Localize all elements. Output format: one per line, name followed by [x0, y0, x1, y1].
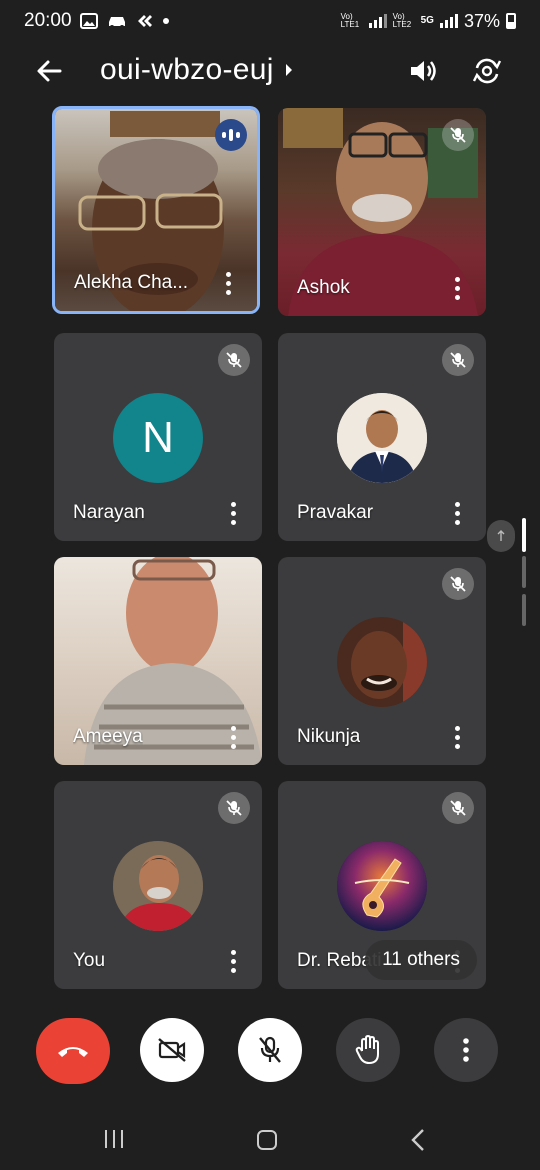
avatar-initial: N [142, 413, 174, 462]
speaker-icon [411, 61, 436, 81]
chevron-right-icon [285, 64, 292, 76]
participant-options-button[interactable] [222, 499, 244, 527]
scroll-track-current[interactable] [522, 518, 526, 552]
call-controls [0, 1018, 540, 1084]
raise-hand-button[interactable] [336, 1018, 400, 1082]
participant-tile-nikunja[interactable]: Nikunja [278, 557, 486, 765]
more-options-button[interactable] [434, 1018, 498, 1082]
muted-mic-icon [218, 792, 250, 824]
participant-name: Pravakar [297, 502, 374, 523]
hang-up-icon [58, 1047, 88, 1057]
participant-name: Ameeya [73, 726, 143, 747]
status-time: 20:00 [24, 10, 72, 31]
avatar [337, 841, 427, 931]
meeting-code: oui-wbzo-euj [100, 53, 274, 86]
participant-name: You [73, 950, 106, 971]
switch-camera-button[interactable] [470, 54, 504, 88]
status-bar: 20:00 Vo) LTE1 Vo) LTE2 5G 37% [0, 0, 540, 42]
speaking-indicator-icon [215, 119, 247, 151]
participant-name: Ashok [297, 277, 350, 298]
mic-off-icon [259, 1036, 281, 1063]
participant-options-button[interactable] [217, 269, 239, 297]
muted-mic-icon [442, 119, 474, 151]
signal-1-icon [368, 14, 387, 28]
raise-hand-icon [355, 1035, 379, 1064]
camera-toggle-button[interactable] [140, 1018, 204, 1082]
lte2-label: Vo) LTE2 [392, 12, 412, 29]
avatar [337, 617, 427, 707]
meeting-code-button[interactable]: oui-wbzo-euj [100, 53, 294, 87]
battery-icon [506, 13, 516, 29]
participant-tile-ameeya[interactable]: Ameeya [54, 557, 262, 765]
more-vert-icon [463, 1038, 469, 1062]
gallery-notification-icon [79, 13, 98, 29]
battery-percent: 37% [463, 10, 500, 31]
muted-mic-icon [442, 792, 474, 824]
participant-name: Narayan [73, 502, 145, 523]
more-notifications-dot-icon [162, 17, 170, 25]
participant-options-button[interactable] [222, 723, 244, 751]
avatar [113, 841, 203, 931]
chevron-left-icon [411, 1129, 424, 1151]
muted-mic-icon [218, 344, 250, 376]
back-button[interactable] [32, 54, 66, 88]
participant-options-button[interactable] [222, 947, 244, 975]
scroll-up-icon [497, 530, 505, 541]
signal-2-icon [439, 14, 458, 28]
mic-toggle-button[interactable] [238, 1018, 302, 1082]
system-nav-bar [0, 1120, 540, 1160]
participant-options-button[interactable] [446, 274, 468, 302]
back-arrow-icon [37, 60, 62, 82]
car-notification-icon [106, 12, 128, 30]
participant-name: Alekha Cha... [74, 272, 189, 293]
flip-camera-icon [472, 58, 502, 84]
muted-mic-icon [442, 344, 474, 376]
app-notification-icon [136, 12, 154, 30]
muted-mic-icon [442, 568, 474, 600]
network-type-label: 5G [420, 15, 434, 26]
avatar [337, 393, 427, 483]
participant-tile-alekha[interactable]: Alekha Cha... [52, 106, 260, 314]
participant-name: Nikunja [297, 726, 361, 747]
scroll-handle[interactable] [487, 520, 515, 552]
participant-options-button[interactable] [446, 499, 468, 527]
recents-button[interactable] [105, 1130, 123, 1148]
scroll-track-segment [522, 556, 526, 588]
others-count-button[interactable]: 11 others [365, 940, 477, 980]
participant-tile-ashok[interactable]: Ashok [278, 108, 486, 316]
scroll-track-segment [522, 594, 526, 626]
participant-tile-pravakar[interactable]: Pravakar [278, 333, 486, 541]
participant-options-button[interactable] [446, 723, 468, 751]
participant-tile-narayan[interactable]: N Narayan [54, 333, 262, 541]
end-call-button[interactable] [36, 1018, 110, 1084]
audio-output-button[interactable] [406, 54, 440, 88]
home-button[interactable] [257, 1130, 277, 1150]
meeting-top-bar: oui-wbzo-euj [0, 46, 540, 96]
lte1-label: Vo) LTE1 [340, 12, 360, 29]
participant-tile-you[interactable]: You [54, 781, 262, 989]
camera-off-icon [158, 1038, 186, 1062]
guitar-logo-icon [337, 841, 427, 931]
avatar: N [113, 393, 203, 483]
system-back-button[interactable] [410, 1128, 426, 1157]
